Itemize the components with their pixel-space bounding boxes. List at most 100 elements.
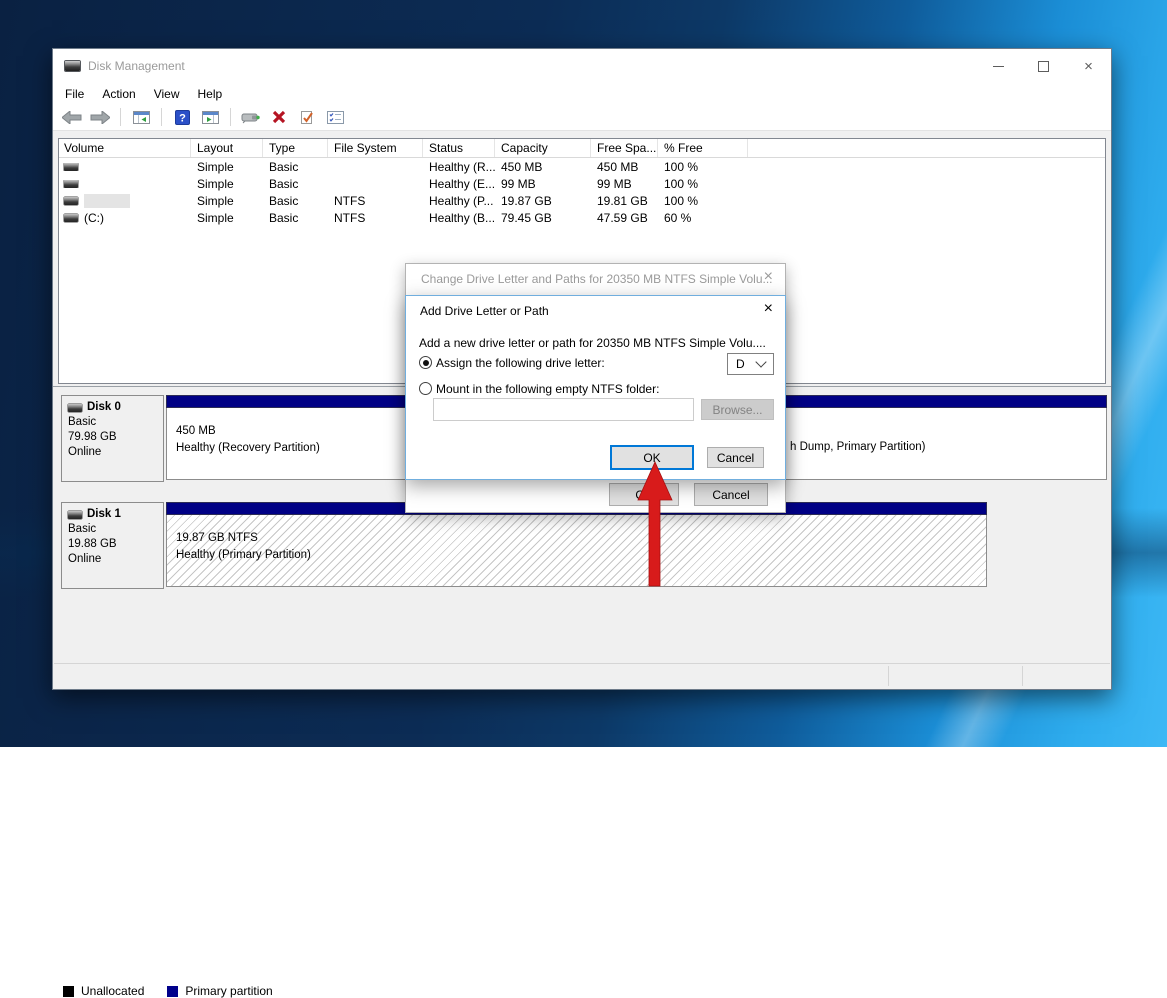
browse-button[interactable]: Browse...: [701, 399, 774, 420]
cell-pct-free: 100 %: [658, 160, 748, 174]
table-row[interactable]: Simple Basic Healthy (R... 450 MB 450 MB…: [59, 158, 1105, 175]
volume-name: (C:): [84, 211, 104, 225]
disk-status: Online: [68, 445, 163, 460]
column-header-layout[interactable]: Layout: [191, 139, 263, 157]
cell-file-system: NTFS: [328, 194, 423, 208]
selected-volume-highlight: [84, 194, 130, 208]
menu-help[interactable]: Help: [189, 87, 232, 101]
legend-unallocated-label: Unallocated: [81, 984, 144, 998]
primary-partition-swatch: [167, 986, 178, 997]
disk1-header[interactable]: Disk 1 Basic 19.88 GB Online: [61, 502, 164, 589]
disk-kind: Basic: [68, 522, 163, 537]
menu-view[interactable]: View: [145, 87, 189, 101]
volume-icon: [64, 163, 78, 171]
table-row-selected[interactable]: Simple Basic NTFS Healthy (P... 19.87 GB…: [59, 192, 1105, 209]
menu-file[interactable]: File: [56, 87, 93, 101]
cell-status: Healthy (E...: [423, 177, 495, 191]
close-icon: ×: [1084, 59, 1093, 74]
cell-free-space: 450 MB: [591, 160, 658, 174]
drive-letter-select[interactable]: D: [727, 353, 774, 375]
column-header-file-system[interactable]: File System: [328, 139, 423, 157]
column-header-capacity[interactable]: Capacity: [495, 139, 591, 157]
cell-capacity: 79.45 GB: [495, 211, 591, 225]
cell-free-space: 19.81 GB: [591, 194, 658, 208]
table-row[interactable]: Simple Basic Healthy (E... 99 MB 99 MB 1…: [59, 175, 1105, 192]
show-action-pane-icon[interactable]: [199, 107, 221, 127]
delete-volume-icon[interactable]: [268, 107, 290, 127]
cell-layout: Simple: [191, 177, 263, 191]
disk1-row: Disk 1 Basic 19.88 GB Online 19.87 GB NT…: [61, 502, 1107, 591]
legend-primary-label: Primary partition: [185, 984, 272, 998]
cell-layout: Simple: [191, 160, 263, 174]
disk1-partition-selected[interactable]: 19.87 GB NTFS Healthy (Primary Partition…: [166, 502, 987, 589]
dialog-description: Add a new drive letter or path for 20350…: [419, 336, 766, 350]
title-bar: Disk Management ×: [53, 49, 1111, 83]
volume-icon: [64, 197, 78, 205]
add-drive-letter-dialog: Add Drive Letter or Path × Add a new dri…: [405, 295, 786, 480]
properties-icon[interactable]: [324, 107, 346, 127]
column-header-pct-free[interactable]: % Free: [658, 139, 748, 157]
cell-status: Healthy (R...: [423, 160, 495, 174]
mark-partition-active-icon[interactable]: [296, 107, 318, 127]
window-title: Disk Management: [88, 59, 185, 73]
dialog-title: Add Drive Letter or Path: [420, 304, 549, 318]
folder-path-input[interactable]: [433, 398, 694, 421]
help-icon[interactable]: ?: [171, 107, 193, 127]
legend-bar: Unallocated Primary partition: [63, 984, 273, 998]
cell-capacity: 450 MB: [495, 160, 591, 174]
partition-status: Healthy (Primary Partition): [176, 547, 986, 564]
volume-icon: [64, 214, 78, 222]
status-bar-divider: [888, 666, 889, 686]
column-header-status[interactable]: Status: [423, 139, 495, 157]
disk-icon: [68, 511, 82, 519]
maximize-icon: [1038, 61, 1049, 72]
radio-assign-label: Assign the following drive letter:: [436, 356, 605, 370]
forward-icon[interactable]: [89, 107, 111, 127]
menu-action[interactable]: Action: [93, 87, 144, 101]
disk-name: Disk 1: [87, 507, 121, 522]
toolbar-separator: [120, 108, 121, 126]
minimize-button[interactable]: [976, 49, 1021, 83]
disk-size: 79.98 GB: [68, 430, 163, 445]
cell-type: Basic: [263, 194, 328, 208]
cancel-button[interactable]: Cancel: [707, 447, 764, 468]
close-icon[interactable]: ×: [764, 301, 773, 317]
cell-pct-free: 100 %: [658, 177, 748, 191]
cell-type: Basic: [263, 211, 328, 225]
column-header-free-space[interactable]: Free Spa...: [591, 139, 658, 157]
table-row[interactable]: (C:) Simple Basic NTFS Healthy (B... 79.…: [59, 209, 1105, 226]
column-header-type[interactable]: Type: [263, 139, 328, 157]
red-arrow-annotation: [636, 460, 676, 588]
radio-assign-drive-letter[interactable]: [419, 356, 432, 369]
column-header-filler: [748, 139, 1105, 157]
close-button[interactable]: ×: [1066, 49, 1111, 83]
disk-tool-icon[interactable]: [240, 107, 262, 127]
dialog-title: Change Drive Letter and Paths for 20350 …: [421, 272, 773, 286]
cell-capacity: 19.87 GB: [495, 194, 591, 208]
disk0-header[interactable]: Disk 0 Basic 79.98 GB Online: [61, 395, 164, 482]
cell-pct-free: 60 %: [658, 211, 748, 225]
cell-status: Healthy (B...: [423, 211, 495, 225]
disk-kind: Basic: [68, 415, 163, 430]
disk-status: Online: [68, 552, 163, 567]
disk-drive-icon: [65, 61, 80, 71]
radio-mount-folder[interactable]: [419, 382, 432, 395]
show-console-tree-icon[interactable]: [130, 107, 152, 127]
drive-letter-value: D: [736, 357, 745, 371]
svg-text:?: ?: [179, 112, 186, 124]
column-header-volume[interactable]: Volume: [59, 139, 191, 157]
partition-capacity: 19.87 GB NTFS: [176, 530, 986, 547]
toolbar-separator: [161, 108, 162, 126]
cancel-button[interactable]: Cancel: [694, 483, 768, 506]
minimize-icon: [993, 66, 1004, 67]
volume-list-header: Volume Layout Type File System Status Ca…: [59, 139, 1105, 158]
close-icon[interactable]: ×: [764, 269, 773, 285]
back-icon[interactable]: [61, 107, 83, 127]
disk-icon: [68, 404, 82, 412]
maximize-button[interactable]: [1021, 49, 1066, 83]
cell-file-system: NTFS: [328, 211, 423, 225]
unallocated-swatch: [63, 986, 74, 997]
status-bar: [54, 663, 1110, 688]
radio-mount-label: Mount in the following empty NTFS folder…: [436, 382, 659, 396]
cell-layout: Simple: [191, 194, 263, 208]
